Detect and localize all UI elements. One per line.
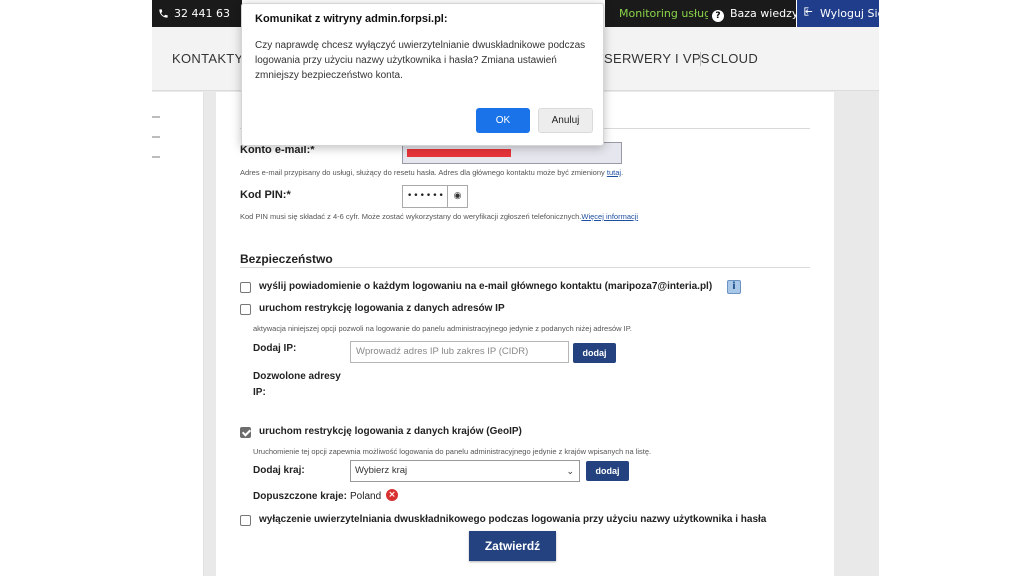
side-line bbox=[152, 136, 160, 138]
pin-value: •••••• bbox=[407, 191, 445, 201]
knowledge-base-link[interactable]: ? Baza wiedzy bbox=[708, 0, 799, 27]
side-line bbox=[152, 116, 160, 118]
settings-card: Konto e-mail:* Adres e-mail przypisany d… bbox=[216, 92, 834, 576]
pin-label: Kod PIN:* bbox=[240, 189, 291, 201]
allowed-ips-label-line1: Dozwolone adresy bbox=[253, 371, 341, 382]
side-strip bbox=[152, 92, 204, 576]
security-section-title: Bezpieczeństwo bbox=[240, 252, 333, 266]
allowed-ips-label-line2: IP: bbox=[253, 387, 266, 398]
pin-hint: Kod PIN musi się składać z 4-6 cyfr. Moż… bbox=[240, 212, 638, 221]
pin-field[interactable]: •••••• ◉ bbox=[402, 185, 468, 208]
help-icon: ? bbox=[712, 10, 724, 22]
eye-icon[interactable]: ◉ bbox=[447, 186, 467, 207]
geo-restrict-checkbox[interactable] bbox=[240, 427, 251, 438]
email-hint-text: Adres e-mail przypisany do usługi, służą… bbox=[240, 168, 605, 177]
alert-dialog: Komunikat z witryny admin.forpsi.pl: Czy… bbox=[241, 3, 604, 146]
notify-label: wyślij powiadomienie o każdym logowaniu … bbox=[259, 281, 713, 292]
email-hint: Adres e-mail przypisany do usługi, służą… bbox=[240, 168, 624, 177]
ok-button[interactable]: OK bbox=[476, 108, 530, 133]
remove-country-icon[interactable]: × bbox=[386, 489, 398, 501]
country-select[interactable]: Wybierz kraj ⌄ bbox=[350, 460, 580, 482]
add-country-button[interactable]: dodaj bbox=[586, 461, 629, 481]
dialog-title: Komunikat z witryny admin.forpsi.pl: bbox=[255, 13, 448, 25]
country-select-value: Wybierz kraj bbox=[355, 465, 408, 476]
allowed-ips-label-2: IP: bbox=[253, 387, 266, 398]
phone-icon bbox=[159, 9, 168, 18]
allowed-ips-label: Dozwolone adresy bbox=[253, 371, 341, 382]
info-icon[interactable]: i bbox=[727, 280, 741, 294]
add-country-label: Dodaj kraj: bbox=[253, 465, 305, 476]
monitoring-label: Monitoring usług bbox=[619, 7, 712, 20]
email-hint-link[interactable]: tutaj bbox=[607, 168, 621, 177]
monitoring-link[interactable]: Monitoring usług bbox=[605, 0, 712, 27]
cancel-button[interactable]: Anuluj bbox=[538, 108, 593, 133]
ip-input[interactable]: Wprowadź adres IP lub zakres IP (CIDR) bbox=[350, 341, 569, 363]
allowed-country: Poland bbox=[350, 491, 382, 502]
nav-item-cloud[interactable]: CLOUD bbox=[711, 27, 758, 91]
add-ip-label: Dodaj IP: bbox=[253, 343, 297, 354]
section-divider bbox=[240, 267, 810, 268]
twofa-checkbox[interactable] bbox=[240, 515, 251, 526]
side-line bbox=[152, 156, 160, 158]
logout-icon bbox=[803, 0, 814, 27]
ip-restrict-label: uruchom restrykcję logowania z danych ad… bbox=[259, 303, 505, 314]
knowledge-base-label: Baza wiedzy bbox=[730, 7, 799, 20]
geo-hint: Uruchomienie tej opcji zapewnia możliwoś… bbox=[253, 447, 652, 456]
redaction-mark bbox=[407, 149, 511, 157]
phone-contact[interactable]: 32 441 63 46 bbox=[152, 0, 242, 47]
dialog-message: Czy naprawdę chcesz wyłączyć uwierzyteln… bbox=[255, 40, 586, 81]
nav-separator bbox=[700, 52, 701, 66]
pin-hint-link[interactable]: Więcej informacji bbox=[581, 212, 638, 221]
add-ip-button[interactable]: dodaj bbox=[573, 343, 616, 363]
geo-restrict-label: uruchom restrykcję logowania z danych kr… bbox=[259, 426, 522, 437]
chevron-down-icon: ⌄ bbox=[566, 466, 574, 476]
pin-hint-text: Kod PIN musi się składać z 4-6 cyfr. Moż… bbox=[240, 212, 582, 221]
page: 32 441 63 46 Monitoring usług ? Baza wied… bbox=[0, 0, 1024, 576]
notify-checkbox[interactable] bbox=[240, 282, 251, 293]
logout-link[interactable]: Wyloguj Się bbox=[797, 0, 879, 27]
ip-hint: aktywacja niniejszej opcji pozwoli na lo… bbox=[253, 324, 632, 333]
submit-button[interactable]: Zatwierdź bbox=[469, 531, 556, 561]
nav-item-serwery[interactable]: SERWERY I VPS bbox=[604, 27, 710, 91]
nav-item-kontakty[interactable]: KONTAKTY bbox=[172, 27, 244, 91]
allowed-countries-label: Dopuszczone kraje: bbox=[253, 491, 347, 502]
logout-label: Wyloguj Się bbox=[820, 7, 879, 20]
ip-restrict-checkbox[interactable] bbox=[240, 304, 251, 315]
twofa-label: wyłączenie uwierzytelniania dwuskładniko… bbox=[259, 514, 767, 525]
